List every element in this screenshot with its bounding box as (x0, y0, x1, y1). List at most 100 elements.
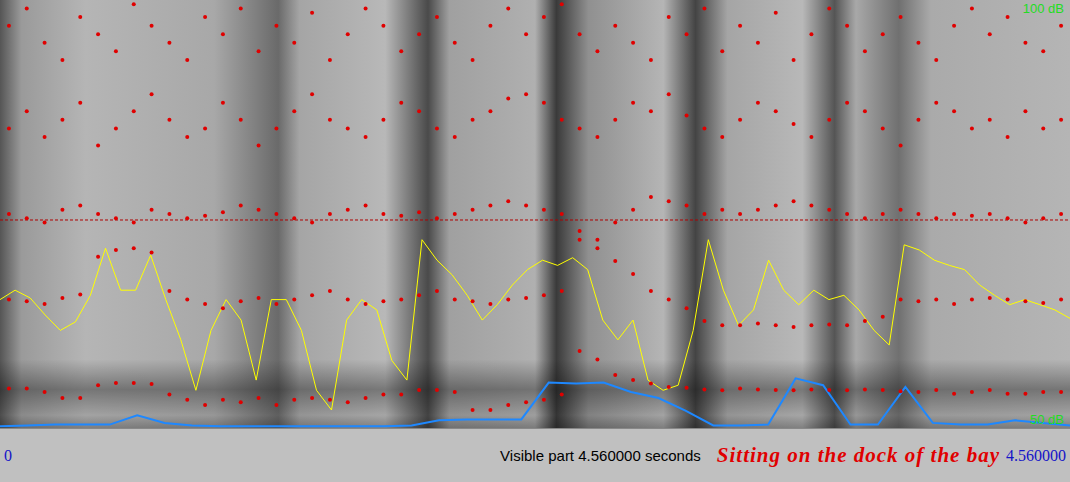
formant-point (578, 349, 582, 353)
formant-point (346, 32, 350, 36)
formant-point (453, 390, 457, 394)
formant-point (863, 216, 867, 220)
formant-point (7, 24, 11, 28)
formant-point (970, 390, 974, 394)
formant-point (702, 7, 706, 11)
formant-point (96, 383, 100, 387)
formant-point (970, 126, 974, 130)
formant-point (560, 118, 564, 122)
formant-point (506, 403, 510, 407)
formant-point (1006, 15, 1010, 19)
formant-point (435, 126, 439, 130)
formant-point (7, 387, 11, 391)
formant-point (132, 109, 136, 113)
formant-point (863, 387, 867, 391)
formant-point (1006, 135, 1010, 139)
formant-point (328, 212, 332, 216)
formant-point (399, 49, 403, 53)
formant-point (756, 322, 760, 326)
formant-point (649, 109, 653, 113)
formant-point (863, 49, 867, 53)
formant-point (560, 289, 564, 293)
formant-point (185, 58, 189, 62)
formant-point (292, 41, 296, 45)
formant-point (185, 135, 189, 139)
formant-point (346, 298, 350, 302)
formant-point (417, 210, 421, 214)
formant-point (578, 229, 582, 233)
formant-point (542, 398, 546, 402)
formant-point (702, 126, 706, 130)
formant-point (899, 144, 903, 148)
formant-point (667, 92, 671, 96)
formant-point (221, 306, 225, 310)
formant-point (328, 118, 332, 122)
formant-point (488, 203, 492, 207)
formant-point (809, 203, 813, 207)
formant-point (916, 41, 920, 45)
formant-point (506, 298, 510, 302)
formant-point (381, 118, 385, 122)
formant-point (720, 49, 724, 53)
formant-point (506, 7, 510, 11)
formant-point (203, 302, 207, 306)
formant-point (649, 195, 653, 199)
formant-point (560, 2, 564, 6)
formant-point (1059, 212, 1063, 216)
formant-point (453, 298, 457, 302)
formant-point (221, 210, 225, 214)
formant-point (399, 298, 403, 302)
formant-point (613, 24, 617, 28)
formant-point (560, 393, 564, 397)
formant-point (167, 289, 171, 293)
formant-point (239, 203, 243, 207)
formant-point (720, 323, 724, 327)
formant-point (934, 101, 938, 105)
formant-point (417, 109, 421, 113)
formant-point (471, 118, 475, 122)
formant-point (667, 15, 671, 19)
formant-point (43, 221, 47, 225)
formant-point (150, 251, 154, 255)
formant-point (809, 135, 813, 139)
formant-point (25, 216, 29, 220)
formant-point (7, 212, 11, 216)
formant-point (43, 41, 47, 45)
formant-point (471, 58, 475, 62)
formant-point (685, 203, 689, 207)
formant-point (845, 101, 849, 105)
formant-point (827, 7, 831, 11)
formant-point (685, 386, 689, 390)
formant-point (274, 212, 278, 216)
formant-point (792, 199, 796, 203)
formant-point (524, 92, 528, 96)
formant-point (399, 214, 403, 218)
formant-point (988, 32, 992, 36)
formant-point (453, 41, 457, 45)
formant-point (595, 358, 599, 362)
formant-point (774, 109, 778, 113)
formant-point (239, 299, 243, 303)
formant-point (346, 126, 350, 130)
formant-point (239, 7, 243, 11)
formant-point (916, 390, 920, 394)
formant-point (631, 378, 635, 382)
formant-point (934, 216, 938, 220)
formant-point (702, 387, 706, 391)
formant-point (756, 41, 760, 45)
formant-point (756, 101, 760, 105)
formant-point (595, 49, 599, 53)
spectrogram[interactable]: 100 dB50 dB (0, 0, 1070, 428)
formant-point (524, 296, 528, 300)
formant-point (667, 298, 671, 302)
formant-point (631, 208, 635, 212)
formant-point (970, 214, 974, 218)
formant-point (328, 58, 332, 62)
formant-point (435, 15, 439, 19)
formant-point (310, 221, 314, 225)
formant-point (578, 32, 582, 36)
frequency-cursor-line (0, 219, 1070, 220)
formant-point (970, 298, 974, 302)
formant-point (150, 24, 154, 28)
formant-point (453, 135, 457, 139)
